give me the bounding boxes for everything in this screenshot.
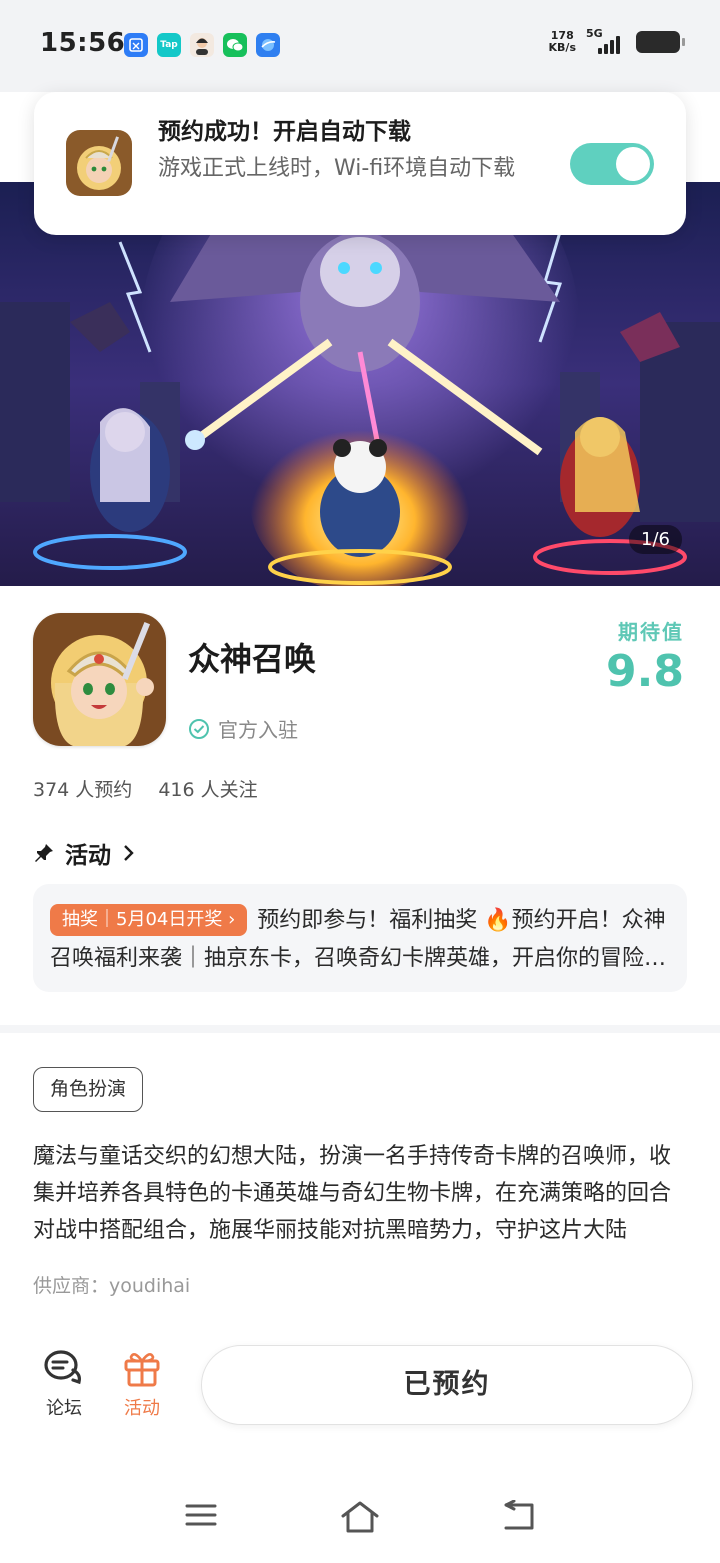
expectation-value: 9.8 <box>606 646 684 697</box>
toast-title: 预约成功！开启自动下载 <box>158 119 411 145</box>
section-divider <box>0 1025 720 1033</box>
status-bar: 15:56 Tap 178 KB/s 5G <box>0 0 720 92</box>
avatar-app-icon <box>190 33 214 57</box>
vendor-label: 供应商：youdihai <box>33 1275 191 1297</box>
expectation-label: 期待值 <box>618 620 684 644</box>
gift-icon <box>124 1352 160 1387</box>
signal-icon: 5G <box>586 27 626 54</box>
activity-nav-button[interactable]: 活动 <box>107 1348 177 1420</box>
official-label: 官方入驻 <box>218 718 298 742</box>
reservation-count: 374 人预约 <box>33 779 133 801</box>
activity-header[interactable]: 活动 <box>33 836 137 870</box>
lottery-badge: 抽奖｜5月04日开奖 › <box>50 904 248 936</box>
reservation-toast: 预约成功！开启自动下载 游戏正式上线时，Wi-fi环境自动下载 <box>34 92 686 235</box>
wechat-icon <box>223 33 247 57</box>
battery-icon <box>636 31 685 53</box>
auto-download-toggle[interactable] <box>570 143 654 185</box>
activity-card[interactable]: 抽奖｜5月04日开奖 › 预约即参与！福利抽奖 🔥预约开启！众神召唤福利来袭｜抽京… <box>33 884 687 992</box>
status-time: 15:56 <box>40 28 126 58</box>
genre-tag[interactable]: 角色扮演 <box>33 1067 144 1112</box>
status-app-icons: Tap <box>124 33 280 57</box>
chevron-right-icon <box>124 845 134 861</box>
official-badge: 官方入驻 <box>188 714 298 743</box>
menu-icon[interactable] <box>184 1500 218 1534</box>
expectation-score: 期待值 9.8 <box>606 616 684 697</box>
banner-carousel[interactable]: 1/6 <box>0 182 720 586</box>
app-stats: 374 人预约 416 人关注 <box>33 775 258 802</box>
banner-image <box>0 182 720 586</box>
activity-nav-label: 活动 <box>124 1398 160 1419</box>
forum-icon <box>44 1350 81 1385</box>
follower-count: 416 人关注 <box>158 779 258 801</box>
verified-icon <box>189 718 209 739</box>
network-speed: 178 KB/s <box>548 29 576 54</box>
app-name: 众神召唤 <box>188 640 317 678</box>
toggle-knob <box>616 147 650 181</box>
forum-button[interactable]: 论坛 <box>29 1348 99 1420</box>
reserved-button[interactable]: 已预约 <box>201 1345 693 1425</box>
browser-icon <box>256 33 280 57</box>
activity-heading: 活动 <box>65 843 111 869</box>
game-description[interactable]: 魔法与童话交织的幻想大陆，扮演一名手持传奇卡牌的召唤师，收集并培养各具特色的卡通… <box>33 1138 687 1249</box>
forum-label: 论坛 <box>46 1398 82 1419</box>
back-icon[interactable] <box>500 1499 538 1536</box>
pin-icon <box>35 844 53 862</box>
banner-page-indicator: 1/6 <box>629 525 682 554</box>
status-right: 178 KB/s 5G <box>548 27 685 54</box>
home-icon[interactable] <box>340 1500 380 1538</box>
tap-app-icon: Tap <box>157 33 181 57</box>
scissors-app-icon <box>124 33 148 57</box>
toast-description: 游戏正式上线时，Wi-fi环境自动下载 <box>158 156 516 181</box>
app-icon <box>33 613 166 746</box>
toast-game-icon <box>66 130 132 196</box>
